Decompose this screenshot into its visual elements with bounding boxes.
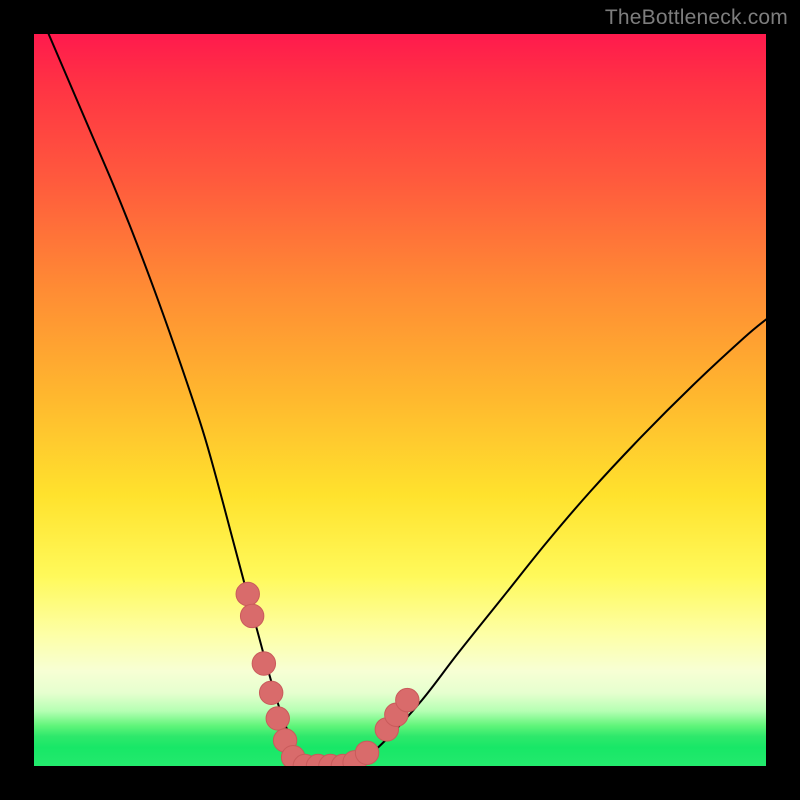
data-marker — [240, 604, 263, 627]
curve-layer — [49, 34, 766, 766]
data-marker — [252, 652, 275, 675]
data-marker — [396, 688, 419, 711]
watermark-text: TheBottleneck.com — [605, 6, 788, 30]
chart-frame: TheBottleneck.com — [0, 0, 800, 800]
data-marker — [355, 741, 378, 764]
chart-svg — [34, 34, 766, 766]
data-marker — [259, 681, 282, 704]
marker-layer — [236, 582, 419, 766]
plot-area — [34, 34, 766, 766]
data-marker — [236, 582, 259, 605]
data-marker — [266, 707, 289, 730]
bottleneck-curve — [49, 34, 766, 766]
